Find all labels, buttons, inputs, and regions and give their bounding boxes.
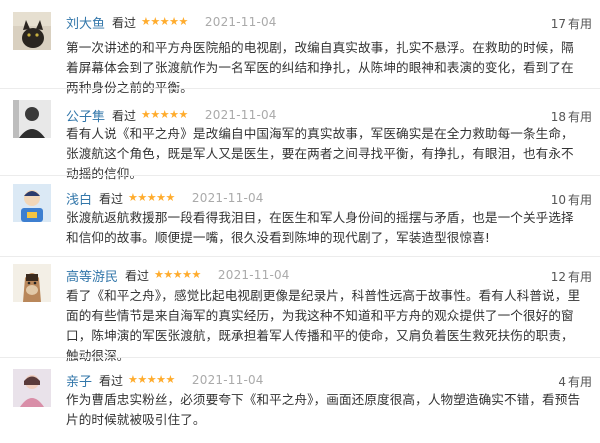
username-link[interactable]: 浅白 [66, 189, 92, 208]
useful-label: 有用 [567, 375, 592, 389]
review-meta: 公子隼 看过 ★ ★ ★ ★ ★ 2021-11-04 [66, 106, 277, 125]
watch-status: 看过 [99, 191, 124, 206]
divider [0, 256, 600, 257]
divider [0, 175, 600, 176]
watch-status: 看过 [112, 15, 137, 30]
review-date: 2021-11-04 [217, 268, 290, 282]
star-icon: ★ [137, 191, 147, 204]
review-meta: 浅白 看过 ★ ★ ★ ★ ★ 2021-11-04 [66, 189, 264, 208]
review-meta: 亲子 看过 ★ ★ ★ ★ ★ 2021-11-04 [66, 371, 264, 390]
useful-vote[interactable]: 17 有用 [551, 15, 592, 32]
star-icon: ★ [159, 15, 170, 28]
review-text: 第一次讲述的和平方舟医院船的电视剧，改编自真实故事，扎实不悬浮。在救助的时候，隔… [66, 40, 574, 95]
divider [0, 88, 600, 89]
star-icon: ★ [169, 15, 179, 28]
watch-status: 看过 [112, 108, 137, 123]
review-meta: 高等游民 看过 ★ ★ ★ ★ ★ 2021-11-04 [66, 266, 290, 285]
star-icon: ★ [154, 268, 164, 281]
useful-count: 17 [550, 16, 566, 31]
review-date: 2021-11-04 [204, 108, 277, 122]
star-icon: ★ [156, 373, 166, 386]
star-icon: ★ [163, 268, 173, 281]
star-icon: ★ [128, 191, 138, 204]
useful-vote[interactable]: 4 有用 [558, 373, 592, 390]
review-date: 2021-11-04 [191, 373, 264, 387]
avatar[interactable] [13, 369, 51, 407]
useful-vote[interactable]: 10 有用 [551, 191, 592, 208]
star-icon: ★ [141, 15, 151, 28]
rating-stars: ★ ★ ★ ★ ★ [128, 374, 175, 386]
useful-count: 10 [550, 192, 566, 207]
star-icon: ★ [178, 15, 189, 28]
username-link[interactable]: 刘大鱼 [66, 13, 105, 32]
useful-count: 4 [558, 374, 566, 389]
star-icon: ★ [182, 268, 192, 281]
review-meta: 刘大鱼 看过 ★ ★ ★ ★ ★ 2021-11-04 [66, 13, 277, 32]
star-icon: ★ [128, 373, 138, 386]
avatar[interactable] [13, 184, 51, 222]
username-link[interactable]: 公子隼 [66, 106, 105, 125]
useful-count: 12 [550, 269, 566, 284]
rating-stars: ★ ★ ★ ★ ★ [141, 16, 188, 28]
star-icon: ★ [169, 108, 179, 121]
username-link[interactable]: 高等游民 [66, 266, 118, 285]
rating-stars: ★ ★ ★ ★ ★ [141, 109, 188, 121]
useful-label: 有用 [567, 193, 592, 207]
watch-status: 看过 [125, 268, 150, 283]
avatar[interactable] [13, 264, 51, 302]
star-icon: ★ [137, 373, 147, 386]
review-date: 2021-11-04 [191, 191, 264, 205]
star-icon: ★ [150, 108, 160, 121]
useful-vote[interactable]: 18 有用 [551, 108, 592, 125]
useful-vote[interactable]: 12 有用 [551, 268, 592, 285]
review-text: 作为曹盾忠实粉丝，必须要夸下《和平之舟》，画面还原度很高，人物塑造确实不错，看预… [66, 392, 581, 427]
useful-count: 18 [550, 109, 566, 124]
star-icon: ★ [146, 191, 157, 204]
star-icon: ★ [165, 373, 176, 386]
star-icon: ★ [141, 108, 151, 121]
useful-label: 有用 [567, 270, 592, 284]
avatar[interactable] [13, 12, 51, 50]
rating-stars: ★ ★ ★ ★ ★ [154, 269, 201, 281]
useful-label: 有用 [567, 17, 592, 31]
username-link[interactable]: 亲子 [66, 371, 92, 390]
star-icon: ★ [165, 191, 176, 204]
divider [0, 357, 600, 358]
star-icon: ★ [159, 108, 170, 121]
review-text: 张渡航返航救援那一段看得我泪目，在医生和军人身份间的摇摆与矛盾，也是一个关乎选择… [66, 210, 574, 245]
rating-stars: ★ ★ ★ ★ ★ [128, 192, 175, 204]
star-icon: ★ [150, 15, 160, 28]
avatar[interactable] [13, 100, 51, 138]
useful-label: 有用 [567, 110, 592, 124]
star-icon: ★ [191, 268, 202, 281]
star-icon: ★ [146, 373, 157, 386]
star-icon: ★ [156, 191, 166, 204]
star-icon: ★ [178, 108, 189, 121]
review-text: 看了《和平之舟》，感觉比起电视剧更像是纪录片，科普性远高于故事性。看有人科普说，… [66, 288, 581, 363]
review-date: 2021-11-04 [204, 15, 277, 29]
star-icon: ★ [172, 268, 183, 281]
watch-status: 看过 [99, 373, 124, 388]
